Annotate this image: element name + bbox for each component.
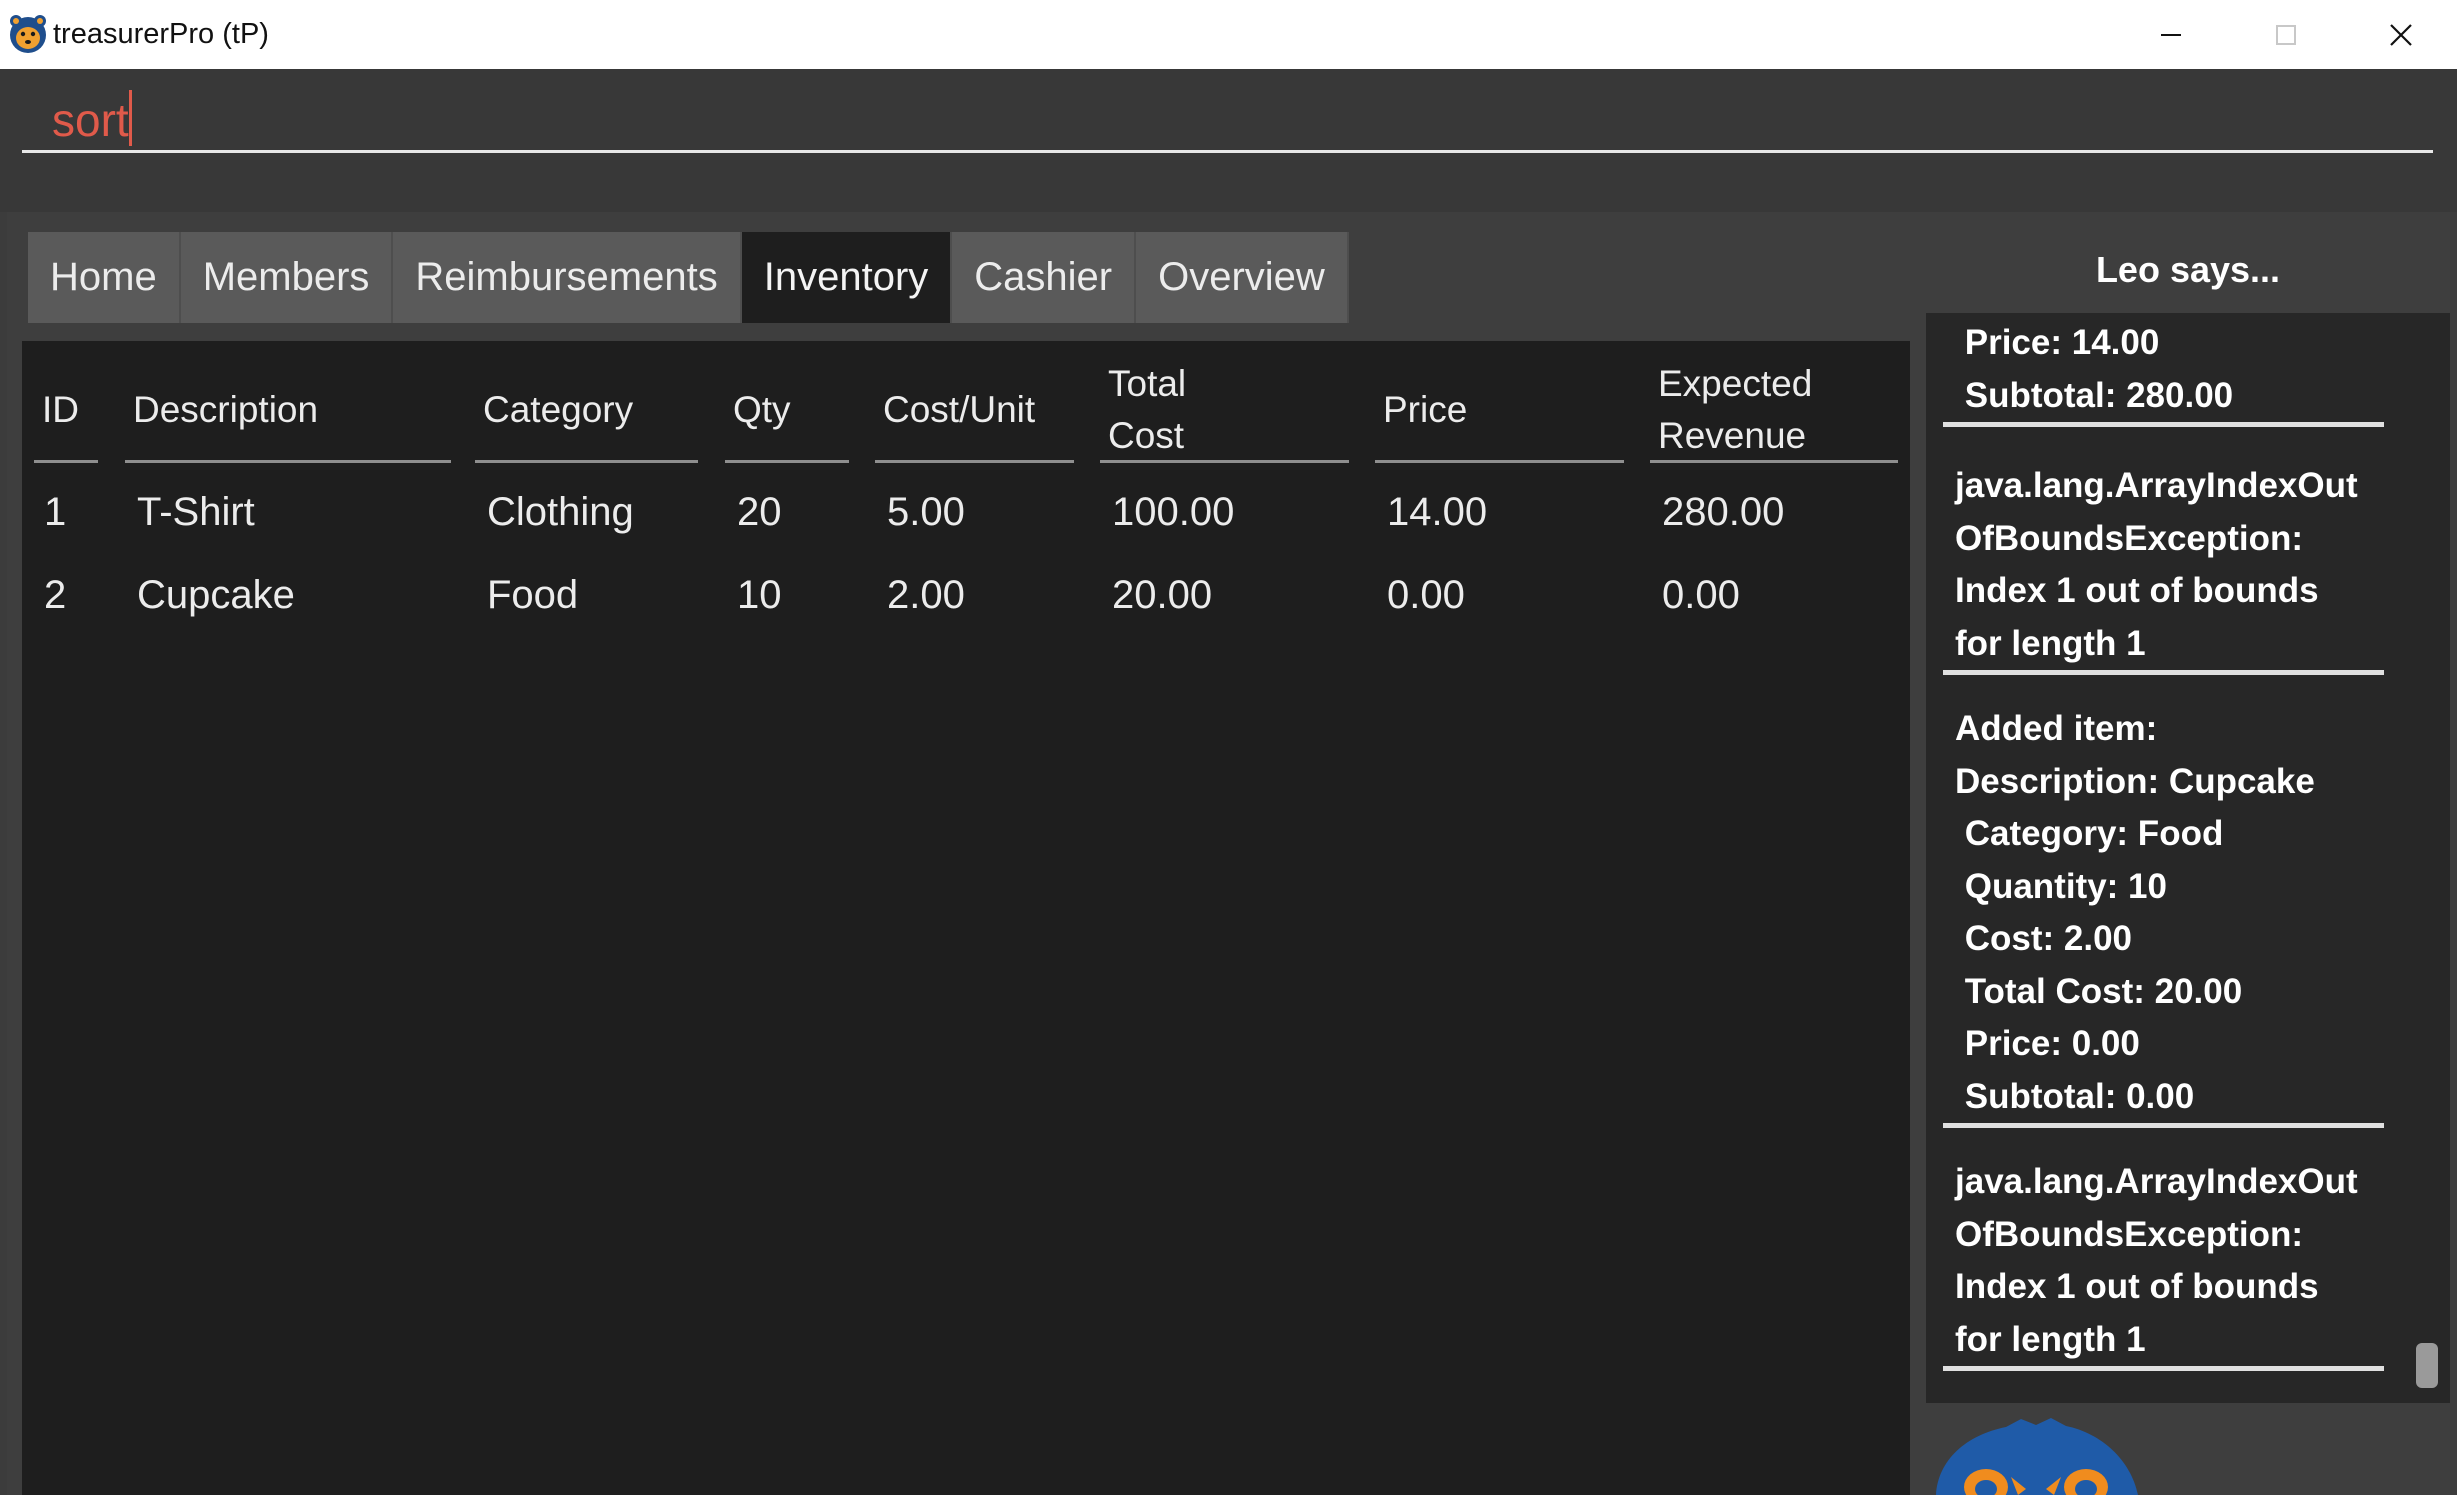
cell-price: 0.00 [1387, 573, 1465, 617]
cell-description: Cupcake [137, 573, 295, 617]
message-line: Price: 0.00 [1955, 1024, 2140, 1063]
tab-home[interactable]: Home [28, 232, 181, 323]
main-area: Home Members Reimbursements Inventory Ca… [7, 212, 2450, 1495]
cell-category: Food [487, 573, 579, 617]
cell-cost-unit: 2.00 [887, 573, 965, 617]
leo-title: Leo says... [2095, 249, 2281, 290]
message-line: Total Cost: 20.00 [1955, 971, 2243, 1011]
cell-id: 1 [44, 490, 67, 534]
message-line: java.lang.ArrayIndexOut [1955, 1162, 2358, 1201]
message-line: Subtotal: 280.00 [1955, 375, 2234, 415]
title-bar: treasurerPro (tP) [0, 0, 2457, 69]
column-header-total-cost[interactable]: Total Cost [1100, 359, 1349, 463]
header-label: ID [42, 388, 79, 430]
cell-category: Clothing [487, 490, 634, 534]
minimize-icon [2160, 33, 2181, 36]
leo-message-list[interactable]: Price: 14.00 Subtotal: 280.00 java.lang.… [1926, 313, 2450, 1403]
leo-message: java.lang.ArrayIndexOut OfBoundsExceptio… [1943, 460, 2384, 675]
header-label: Cost/Unit [883, 388, 1036, 430]
cell-description: T-Shirt [137, 490, 255, 534]
inventory-table: ID Description Category Qty Cost/Unit To… [22, 341, 1910, 1495]
column-header-qty[interactable]: Qty [725, 359, 849, 463]
command-area: sort [0, 69, 2457, 212]
command-text: sort [52, 94, 129, 146]
window-title: treasurerPro (tP) [53, 18, 269, 50]
tab-cashier[interactable]: Cashier [952, 232, 1137, 323]
cell-price: 14.00 [1387, 490, 1488, 534]
tab-bar: Home Members Reimbursements Inventory Ca… [28, 232, 1349, 323]
message-line: Quantity: 10 [1955, 866, 2167, 906]
message-line: for length 1 [1955, 1319, 2146, 1359]
message-line: Subtotal: 0.00 [1955, 1076, 2195, 1116]
bear-logo-icon [10, 15, 46, 53]
column-header-price[interactable]: Price [1375, 359, 1624, 463]
cell-total-cost: 20.00 [1112, 573, 1213, 617]
message-line: for length 1 [1955, 623, 2146, 663]
header-label: Revenue [1658, 414, 1807, 456]
minimize-button[interactable] [2113, 0, 2228, 69]
text-caret [128, 90, 132, 146]
scrollbar-thumb[interactable] [2416, 1343, 2438, 1388]
message-line: Added item: [1955, 709, 2158, 748]
tab-overview[interactable]: Overview [1136, 232, 1349, 323]
header-label: Qty [733, 388, 791, 430]
message-line: java.lang.ArrayIndexOut [1955, 466, 2358, 505]
column-header-expected-revenue[interactable]: Expected Revenue [1650, 359, 1898, 463]
cell-id: 2 [44, 573, 67, 617]
column-header-description[interactable]: Description [125, 359, 451, 463]
column-header-cost-unit[interactable]: Cost/Unit [875, 359, 1074, 463]
tab-reimbursements[interactable]: Reimbursements [393, 232, 742, 323]
cell-cost-unit: 5.00 [887, 490, 965, 534]
message-line: Description: Cupcake [1955, 761, 2315, 801]
tab-inventory[interactable]: Inventory [741, 232, 953, 323]
command-input[interactable]: sort [22, 87, 2433, 153]
message-line: Index 1 out of bounds [1955, 1267, 2319, 1306]
header-label: Description [133, 388, 319, 430]
leo-message: Price: 14.00 Subtotal: 280.00 [1943, 317, 2384, 427]
leo-lion-mascot-icon [1936, 1418, 2138, 1495]
message-line: OfBoundsException: [1955, 1214, 2304, 1254]
leo-message: java.lang.ArrayIndexOut OfBoundsExceptio… [1943, 1156, 2384, 1371]
column-header-category[interactable]: Category [475, 359, 698, 463]
maximize-icon [2275, 24, 2296, 45]
close-icon [2389, 23, 2412, 46]
cell-total-cost: 100.00 [1112, 490, 1235, 534]
header-label: Total [1108, 362, 1187, 404]
message-line: Cost: 2.00 [1955, 919, 2132, 958]
message-line: Index 1 out of bounds [1955, 571, 2319, 610]
leo-message: Added item: Description: Cupcake Categor… [1943, 703, 2384, 1128]
cell-qty: 10 [737, 573, 782, 617]
close-button[interactable] [2343, 0, 2457, 69]
cell-qty: 20 [737, 490, 782, 534]
message-line: Category: Food [1955, 814, 2224, 853]
message-line: OfBoundsException: [1955, 518, 2304, 558]
cell-expected-revenue: 0.00 [1662, 573, 1740, 617]
header-label: Cost [1108, 414, 1185, 456]
cell-expected-revenue: 280.00 [1662, 490, 1785, 534]
column-header-id[interactable]: ID [34, 359, 98, 463]
maximize-button[interactable] [2228, 0, 2343, 69]
header-label: Category [483, 388, 634, 430]
message-line: Price: 14.00 [1955, 323, 2160, 362]
header-label: Price [1383, 388, 1468, 430]
tab-members[interactable]: Members [180, 232, 394, 323]
header-label: Expected [1658, 362, 1813, 404]
